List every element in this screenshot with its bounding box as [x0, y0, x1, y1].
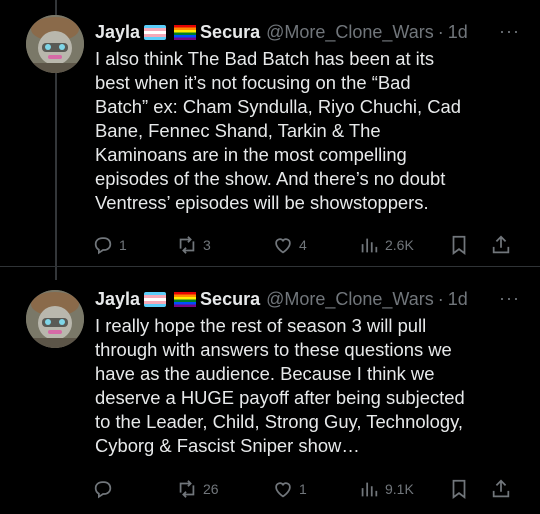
heart-icon — [275, 238, 291, 254]
user-handle[interactable]: @More_Clone_Wars — [266, 289, 434, 310]
views-button[interactable]: 2.6K — [358, 233, 414, 257]
reply-count: 1 — [119, 237, 127, 253]
separator-dot: · — [437, 21, 444, 42]
like-count: 1 — [299, 481, 307, 497]
avatar[interactable] — [26, 15, 84, 73]
display-name[interactable]: Jayla Secura — [95, 22, 260, 43]
views-chart-icon — [361, 238, 378, 253]
tweet-text: I also think The Bad Batch has been at i… — [95, 48, 461, 213]
timestamp[interactable]: 1d — [448, 289, 468, 310]
trans-flag-icon — [144, 291, 167, 307]
share-button[interactable] — [490, 477, 512, 501]
separator-dot: · — [437, 288, 444, 309]
tweet-actions: 26 1 9.1K — [92, 477, 520, 501]
tweet-header: Jayla Secura @More_Clone_Wars · 1d ··· — [95, 287, 520, 311]
views-button[interactable]: 9.1K — [358, 477, 414, 501]
repost-button[interactable]: 3 — [176, 233, 211, 257]
tweet[interactable]: Jayla Secura @More_Clone_Wars · 1d ··· I… — [0, 267, 540, 514]
like-button[interactable]: 4 — [272, 233, 307, 257]
repost-icon — [179, 236, 195, 254]
repost-button[interactable]: 26 — [176, 477, 219, 501]
tweet-actions: 1 3 4 2.6K — [92, 233, 520, 257]
reply-icon — [94, 237, 112, 255]
more-options-icon[interactable]: ··· — [499, 287, 520, 309]
share-button[interactable] — [490, 233, 512, 257]
repost-icon — [179, 480, 195, 498]
like-count: 4 — [299, 237, 307, 253]
share-icon — [492, 479, 510, 498]
repost-count: 3 — [203, 237, 211, 253]
views-count: 2.6K — [385, 237, 414, 253]
bookmark-button[interactable] — [448, 477, 470, 501]
views-chart-icon — [361, 482, 378, 497]
more-options-icon[interactable]: ··· — [499, 20, 520, 42]
avatar[interactable] — [26, 290, 84, 348]
tweet-header: Jayla Secura @More_Clone_Wars · 1d ··· — [95, 20, 520, 44]
views-count: 9.1K — [385, 481, 414, 497]
reply-button[interactable] — [92, 477, 119, 501]
trans-flag-icon — [144, 24, 167, 40]
reply-button[interactable]: 1 — [92, 233, 127, 257]
like-button[interactable]: 1 — [272, 477, 307, 501]
user-handle[interactable]: @More_Clone_Wars — [266, 22, 434, 43]
bookmark-button[interactable] — [448, 233, 470, 257]
share-icon — [492, 235, 510, 254]
tweet-text: I really hope the rest of season 3 will … — [95, 315, 465, 456]
repost-count: 26 — [203, 481, 219, 497]
bookmark-icon — [452, 479, 466, 499]
reply-icon — [94, 481, 112, 499]
display-name[interactable]: Jayla Secura — [95, 289, 260, 310]
heart-icon — [275, 482, 291, 498]
timestamp[interactable]: 1d — [448, 22, 468, 43]
rainbow-flag-icon — [174, 24, 197, 40]
rainbow-flag-icon — [174, 291, 197, 307]
tweet[interactable]: Jayla Secura @More_Clone_Wars · 1d ··· I… — [0, 0, 540, 266]
bookmark-icon — [452, 235, 466, 255]
